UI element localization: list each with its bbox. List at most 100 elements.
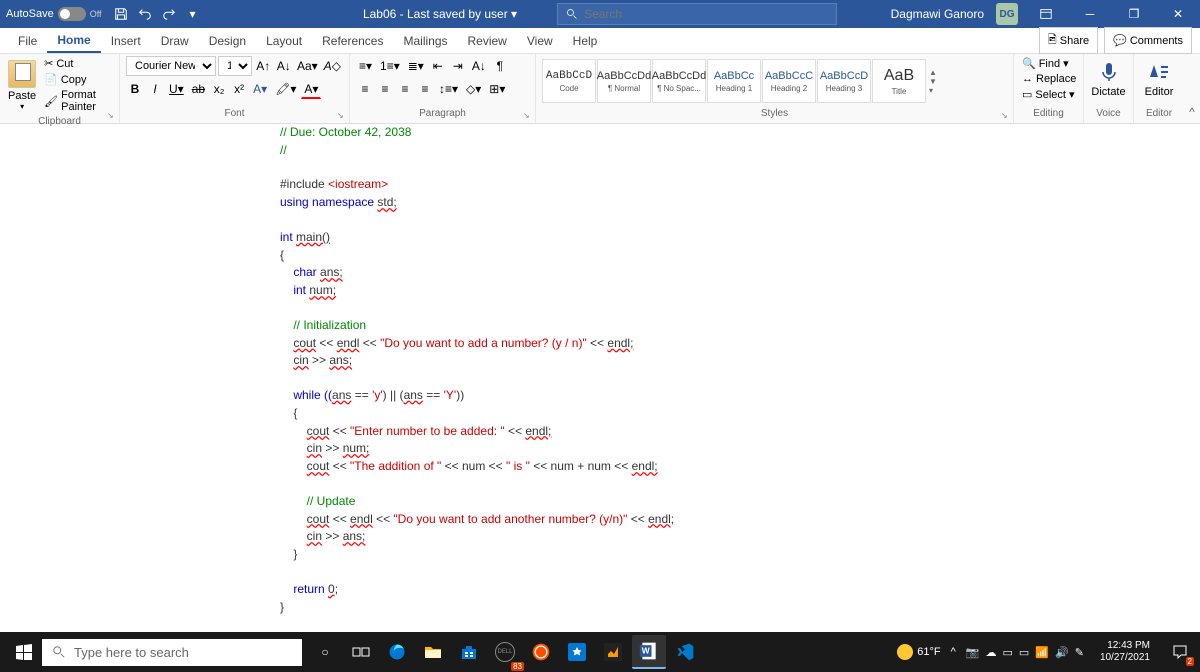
font-color-icon[interactable]: A▾ (301, 79, 321, 99)
word-icon[interactable]: W (632, 635, 666, 669)
save-icon[interactable] (112, 5, 130, 23)
text-effects-icon[interactable]: A▾ (250, 79, 270, 99)
subscript-button[interactable]: x₂ (210, 79, 228, 99)
minimize-icon[interactable]: ─ (1074, 0, 1106, 28)
font-launcher-icon[interactable]: ↘ (337, 111, 347, 121)
tab-review[interactable]: Review (458, 30, 517, 52)
strike-button[interactable]: ab (189, 79, 208, 99)
tab-design[interactable]: Design (199, 30, 256, 52)
paste-button[interactable]: Paste ▾ (6, 58, 38, 113)
tab-references[interactable]: References (312, 30, 393, 52)
store-icon[interactable] (452, 635, 486, 669)
maximize-icon[interactable]: ❐ (1118, 0, 1150, 28)
comments-button[interactable]: 💬 Comments (1104, 27, 1192, 54)
search-box[interactable] (557, 3, 837, 25)
app-icon[interactable] (560, 635, 594, 669)
undo-icon[interactable] (136, 5, 154, 23)
highlight-icon[interactable]: 🖍▾ (272, 79, 299, 99)
copy-button[interactable]: 📄 Copy (42, 72, 113, 87)
tab-mailings[interactable]: Mailings (393, 30, 457, 52)
bold-button[interactable]: B (126, 79, 144, 99)
wifi-icon[interactable]: 📶 (1035, 646, 1049, 659)
username[interactable]: Dagmawi Ganoro (891, 7, 984, 21)
document-title[interactable]: Lab06 - Last saved by user ▾ (363, 7, 517, 21)
tab-layout[interactable]: Layout (256, 30, 312, 52)
find-button[interactable]: 🔍 Find ▾ (1020, 56, 1077, 71)
toggle-switch[interactable] (58, 7, 86, 21)
decrease-indent-icon[interactable]: ⇤ (429, 56, 447, 76)
style-heading3[interactable]: AaBbCcDHeading 3 (817, 59, 871, 103)
tab-insert[interactable]: Insert (101, 30, 151, 52)
qat-more-icon[interactable]: ▾ (184, 5, 202, 23)
font-name-select[interactable]: Courier New (126, 56, 216, 76)
cut-button[interactable]: ✂ Cut (42, 56, 113, 71)
align-right-icon[interactable]: ≡ (396, 79, 414, 99)
style-heading2[interactable]: AaBbCcCHeading 2 (762, 59, 816, 103)
style-normal[interactable]: AaBbCcDd¶ Normal (597, 59, 651, 103)
show-marks-icon[interactable]: ¶ (491, 56, 509, 76)
ribbon-display-icon[interactable] (1030, 0, 1062, 28)
tab-help[interactable]: Help (563, 30, 608, 52)
editor-button[interactable]: Editor (1140, 56, 1178, 102)
superscript-button[interactable]: x² (230, 79, 248, 99)
dictate-button[interactable]: Dictate (1090, 56, 1127, 102)
weather[interactable]: 61°F (897, 644, 940, 660)
shading-icon[interactable]: ◇▾ (463, 79, 484, 99)
justify-icon[interactable]: ≡ (416, 79, 434, 99)
font-size-select[interactable]: 10 (218, 56, 252, 76)
onedrive-icon[interactable]: ☁ (986, 646, 997, 659)
multilevel-icon[interactable]: ≣▾ (405, 56, 427, 76)
camera-icon[interactable]: 📷 (966, 646, 980, 659)
close-icon[interactable]: ✕ (1162, 0, 1194, 28)
styles-launcher-icon[interactable]: ↘ (1001, 111, 1011, 121)
clear-format-icon[interactable]: A◇ (322, 56, 343, 76)
style-code[interactable]: AaBbCcDCode (542, 59, 596, 103)
tab-home[interactable]: Home (47, 29, 100, 53)
style-no-spacing[interactable]: AaBbCcDd¶ No Spac... (652, 59, 706, 103)
clipboard-launcher-icon[interactable]: ↘ (107, 111, 117, 121)
kindle-icon[interactable] (596, 635, 630, 669)
paragraph-launcher-icon[interactable]: ↘ (523, 111, 533, 121)
task-view-icon[interactable] (344, 635, 378, 669)
tray-chevron-icon[interactable]: ^ (951, 646, 956, 658)
autosave-toggle[interactable]: AutoSave Off (6, 7, 102, 21)
edge-icon[interactable] (380, 635, 414, 669)
styles-up-icon[interactable]: ▲ (929, 68, 937, 77)
share-button[interactable]: 🖻 Share (1039, 27, 1098, 54)
underline-button[interactable]: U▾ (166, 79, 187, 99)
user-avatar[interactable]: DG (996, 3, 1018, 25)
notifications-icon[interactable]: 2 (1166, 638, 1194, 666)
groove-icon[interactable] (524, 635, 558, 669)
grow-font-icon[interactable]: A↑ (254, 56, 273, 76)
search-input[interactable] (584, 7, 739, 21)
line-spacing-icon[interactable]: ↕≡▾ (436, 79, 461, 99)
battery-icon[interactable]: ▭ (1019, 646, 1029, 659)
taskbar-search[interactable]: Type here to search (42, 639, 302, 666)
change-case-icon[interactable]: Aa▾ (295, 56, 320, 76)
shrink-font-icon[interactable]: A↓ (275, 56, 294, 76)
vscode-icon[interactable] (668, 635, 702, 669)
select-button[interactable]: ▭ Select ▾ (1020, 87, 1077, 102)
dell-icon[interactable]: DELL83 (488, 635, 522, 669)
redo-icon[interactable] (160, 5, 178, 23)
style-title[interactable]: AaBTitle (872, 59, 926, 103)
align-left-icon[interactable]: ≡ (356, 79, 374, 99)
tab-file[interactable]: File (8, 30, 47, 52)
tab-view[interactable]: View (517, 30, 563, 52)
numbering-icon[interactable]: 1≡▾ (377, 56, 403, 76)
clock[interactable]: 12:43 PM 10/27/2021 (1094, 640, 1156, 664)
replace-button[interactable]: ↔ Replace (1020, 72, 1077, 86)
document-area[interactable]: // Due: October 42, 2038 // #include <io… (0, 124, 1200, 632)
styles-down-icon[interactable]: ▼ (929, 77, 937, 86)
explorer-icon[interactable] (416, 635, 450, 669)
collapse-ribbon-icon[interactable]: ^ (1184, 54, 1200, 123)
align-center-icon[interactable]: ≡ (376, 79, 394, 99)
volume-icon[interactable]: 🔊 (1055, 646, 1069, 659)
bullets-icon[interactable]: ≡▾ (356, 56, 375, 76)
start-button[interactable] (6, 634, 42, 670)
styles-more-icon[interactable]: ▾ (929, 86, 937, 95)
increase-indent-icon[interactable]: ⇥ (449, 56, 467, 76)
format-painter-button[interactable]: 🖌 Format Painter (42, 88, 113, 114)
tab-draw[interactable]: Draw (151, 30, 199, 52)
style-heading1[interactable]: AaBbCcHeading 1 (707, 59, 761, 103)
